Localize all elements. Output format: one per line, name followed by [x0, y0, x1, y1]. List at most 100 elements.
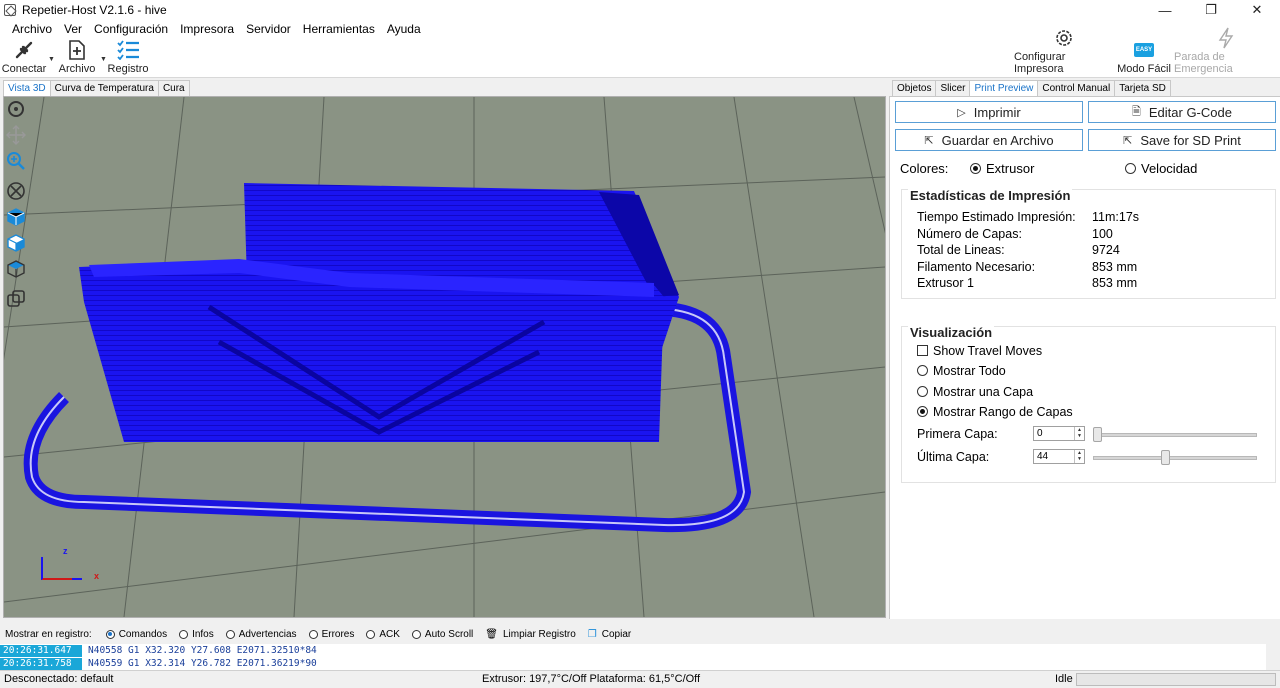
tab-vista-3d[interactable]: Vista 3D: [3, 80, 51, 96]
window-title: Repetier-Host V2.1.6 - hive: [22, 3, 167, 17]
copy-log-button[interactable]: ❐ Copiar: [588, 629, 631, 640]
save-sd-button[interactable]: ⇱ Save for SD Print: [1088, 129, 1276, 151]
first-layer-spinner[interactable]: 0 ▲ ▼: [1033, 426, 1085, 441]
radio-icon: [917, 365, 928, 376]
color-speed-label: Velocidad: [1141, 161, 1198, 176]
connect-label: Conectar: [1, 63, 47, 75]
radio-icon: [1125, 163, 1136, 174]
stat-value: 853 mm: [1092, 276, 1138, 290]
log-ack-label: ACK: [379, 628, 400, 640]
colors-label: Colores:: [900, 161, 949, 176]
easy-badge: EASY: [1134, 43, 1154, 57]
save-file-button[interactable]: ⇱ Guardar en Archivo: [895, 129, 1083, 151]
show-all-radio[interactable]: Mostrar Todo: [917, 364, 1006, 378]
log-commands-radio[interactable]: Comandos: [105, 629, 167, 640]
log-button[interactable]: Registro: [108, 38, 148, 78]
log-warnings-radio[interactable]: Advertencias: [225, 629, 297, 640]
last-layer-slider-track[interactable]: [1093, 456, 1257, 460]
easy-mode-button[interactable]: EASY Modo Fácil: [1116, 38, 1172, 78]
show-layer-range-label: Mostrar Rango de Capas: [933, 405, 1073, 419]
log-ack-radio[interactable]: ACK: [366, 629, 400, 640]
move-view-icon[interactable]: [6, 125, 28, 147]
log-line: 20:26:31.647 N40558 G1 X32.320 Y27.608 E…: [0, 644, 1266, 657]
show-travel-checkbox[interactable]: Show Travel Moves: [917, 344, 1042, 358]
maximize-button[interactable]: ❐: [1188, 0, 1234, 20]
log-label: Registro: [107, 63, 149, 75]
stat-filament: Filamento Necesario: 853 mm: [917, 260, 1267, 276]
toolbar: Conectar ▼ Archivo ▼ Registro Configurar…: [0, 27, 1280, 78]
first-layer-slider-track[interactable]: [1093, 433, 1257, 437]
color-extruder-radio[interactable]: Extrusor: [970, 161, 1034, 176]
toggle-objects-icon[interactable]: [6, 289, 28, 311]
menu-herramientas[interactable]: Herramientas: [297, 22, 381, 36]
front-view-cube-icon[interactable]: [6, 207, 28, 229]
connect-dropdown-arrow[interactable]: ▼: [48, 56, 55, 63]
menu-impresora[interactable]: Impresora: [174, 22, 240, 36]
top-view-cube-icon[interactable]: [6, 259, 28, 281]
list-check-icon: [116, 39, 140, 61]
log-scrollbar[interactable]: [1266, 644, 1280, 670]
last-layer-spinner[interactable]: 44 ▲ ▼: [1033, 449, 1085, 464]
color-speed-radio[interactable]: Velocidad: [1125, 161, 1197, 176]
edit-gcode-button[interactable]: 🗎 Editar G-Code: [1088, 101, 1276, 123]
log-line: 20:26:31.758 N40559 G1 X32.314 Y26.782 E…: [0, 657, 1266, 670]
show-one-layer-radio[interactable]: Mostrar una Capa: [917, 385, 1033, 399]
tab-objetos[interactable]: Objetos: [892, 80, 937, 96]
show-layer-range-radio[interactable]: Mostrar Rango de Capas: [917, 405, 1073, 419]
zoom-icon[interactable]: [6, 151, 28, 173]
minimize-button[interactable]: —: [1142, 0, 1188, 20]
edit-gcode-label: Editar G-Code: [1148, 104, 1232, 120]
color-extruder-label: Extrusor: [986, 161, 1035, 176]
menu-servidor[interactable]: Servidor: [240, 22, 297, 36]
axis-x-label: x: [94, 571, 100, 581]
log-autoscroll-label: Auto Scroll: [424, 628, 474, 640]
rotate-view-icon[interactable]: [6, 99, 28, 121]
side-view-cube-icon[interactable]: [6, 233, 28, 255]
log-filter-bar: Mostrar en registro: Comandos Infos Adve…: [0, 624, 1280, 644]
3d-viewport[interactable]: z x: [3, 96, 886, 618]
lightning-icon: [1214, 27, 1238, 49]
tab-print-preview[interactable]: Print Preview: [969, 80, 1039, 96]
stat-value: 853 mm: [1092, 260, 1138, 274]
first-layer-slider-thumb[interactable]: [1093, 427, 1102, 442]
stat-value: 100: [1092, 227, 1113, 241]
save-sd-label: Save for SD Print: [1140, 132, 1241, 148]
tab-cura[interactable]: Cura: [157, 80, 190, 96]
configure-printer-button[interactable]: Configurar Impresora: [1014, 30, 1114, 78]
export-sd-icon: ⇱: [1123, 134, 1133, 147]
print-button[interactable]: ▷ Imprimir: [895, 101, 1083, 123]
connect-button[interactable]: Conectar: [1, 38, 47, 78]
log-infos-radio[interactable]: Infos: [179, 629, 214, 640]
reset-view-icon[interactable]: [6, 181, 28, 203]
log-timestamp: 20:26:31.647: [0, 644, 82, 657]
log-autoscroll-radio[interactable]: Auto Scroll: [411, 628, 474, 640]
tab-tarjeta-sd[interactable]: Tarjeta SD: [1114, 80, 1171, 96]
export-icon: ⇱: [924, 134, 934, 147]
copy-log-label: Copiar: [601, 628, 632, 640]
menu-ayuda[interactable]: Ayuda: [381, 22, 427, 36]
emergency-stop-label: Parada de Emergencia: [1174, 51, 1233, 75]
menu-bar: Archivo Ver Configuración Impresora Serv…: [0, 20, 1280, 38]
tab-temperature-curve[interactable]: Curva de Temperatura: [49, 80, 159, 96]
tab-slicer[interactable]: Slicer: [935, 80, 971, 96]
tab-control-manual[interactable]: Control Manual: [1037, 80, 1116, 96]
log-errors-radio[interactable]: Errores: [308, 629, 354, 640]
radio-icon: [179, 629, 189, 639]
spinner-arrows-icon[interactable]: ▲ ▼: [1074, 427, 1084, 440]
menu-configuracion[interactable]: Configuración: [88, 22, 174, 36]
radio-icon: [105, 629, 115, 639]
file-dropdown-arrow[interactable]: ▼: [100, 56, 107, 63]
spinner-arrows-icon[interactable]: ▲ ▼: [1074, 450, 1084, 463]
menu-ver[interactable]: Ver: [58, 22, 88, 36]
close-button[interactable]: ✕: [1234, 0, 1280, 20]
show-all-label: Mostrar Todo: [933, 364, 1006, 378]
log-output[interactable]: 20:26:31.647 N40558 G1 X32.320 Y27.608 E…: [0, 644, 1266, 670]
emergency-stop-button[interactable]: Parada de Emergencia: [1174, 27, 1278, 78]
menu-archivo[interactable]: Archivo: [6, 22, 58, 36]
last-layer-slider-thumb[interactable]: [1161, 450, 1171, 465]
stats-title: Estadísticas de Impresión: [908, 188, 1073, 203]
file-button[interactable]: Archivo: [58, 38, 96, 78]
stat-value: 9724: [1092, 243, 1120, 257]
clear-log-button[interactable]: 🗑 Limpiar Registro: [485, 629, 576, 640]
log-infos-label: Infos: [192, 628, 214, 640]
